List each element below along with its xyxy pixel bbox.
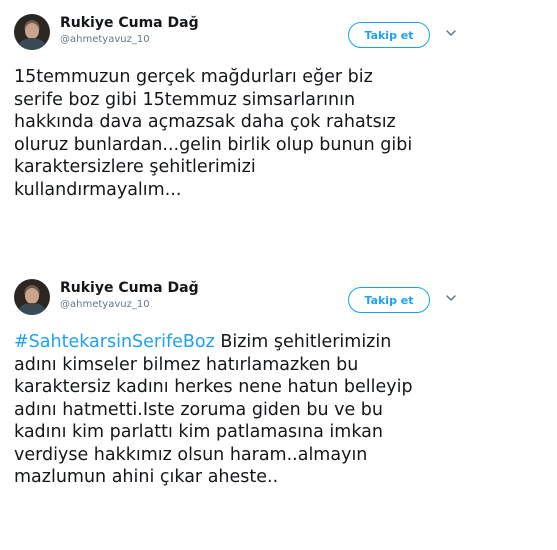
follow-button[interactable]: Takip et xyxy=(348,22,430,48)
tweet-text-line: kullandırmayalım... xyxy=(14,179,182,200)
tweet-text-line: serife boz gibi 15temmuz simsarlarının xyxy=(14,89,356,110)
tweet-text-line: adını kimseler bilmez hatırlamazken bu xyxy=(14,354,359,375)
avatar-face xyxy=(25,288,39,304)
tweet-text-line: hakkında dava açmazsak daha çok rahatsız xyxy=(14,112,396,132)
user-handle[interactable]: @ahmetyavuz_10 xyxy=(60,299,150,310)
user-handle[interactable]: @ahmetyavuz_10 xyxy=(60,34,150,45)
chevron-down-icon[interactable] xyxy=(444,26,458,40)
avatar-face xyxy=(25,23,39,39)
avatar[interactable] xyxy=(14,14,50,50)
follow-button[interactable]: Takip et xyxy=(348,287,430,313)
avatar-shoulders xyxy=(18,303,46,315)
tweet-text-line: karaktersizlere şehitlerimizi xyxy=(14,157,256,177)
tweet-text-line: verdiyse hakkımız olsun haram..almayın xyxy=(14,444,368,465)
tweet-text-line: karaktersiz kadını herkes nene hatun bel… xyxy=(14,377,413,397)
tweet-text-line: #SahtekarsinSerifeBoz Bizim şehitlerimiz… xyxy=(14,331,544,354)
tweet-text: 15temmuzun gerçek mağdurları eğer biz se… xyxy=(14,66,544,201)
tweet-text-line: oluruz bunlardan...gelin birlik olup bun… xyxy=(14,134,413,155)
avatar[interactable] xyxy=(14,279,50,315)
user-display-name[interactable]: Rukiye Cuma Dağ xyxy=(60,15,199,31)
user-display-name[interactable]: Rukiye Cuma Dağ xyxy=(60,280,199,296)
hashtag-link[interactable]: #SahtekarsinSerifeBoz xyxy=(14,332,215,352)
tweet-text-line: mazlumun ahini çıkar aheste.. xyxy=(14,467,279,487)
chevron-down-icon[interactable] xyxy=(444,291,458,305)
tweet-text-line: adını hatmetti.Iste zoruma giden bu ve b… xyxy=(14,399,383,420)
avatar-shoulders xyxy=(18,38,46,50)
tweet-text-line: 15temmuzun gerçek mağdurları eğer biz xyxy=(14,67,373,87)
tweet-text-fragment: Bizim şehitlerimizin xyxy=(214,332,392,352)
tweet-text-line: kadını kim parlattı kim patlamasına imka… xyxy=(14,422,383,442)
tweet-text: #SahtekarsinSerifeBoz Bizim şehitlerimiz… xyxy=(14,331,544,489)
